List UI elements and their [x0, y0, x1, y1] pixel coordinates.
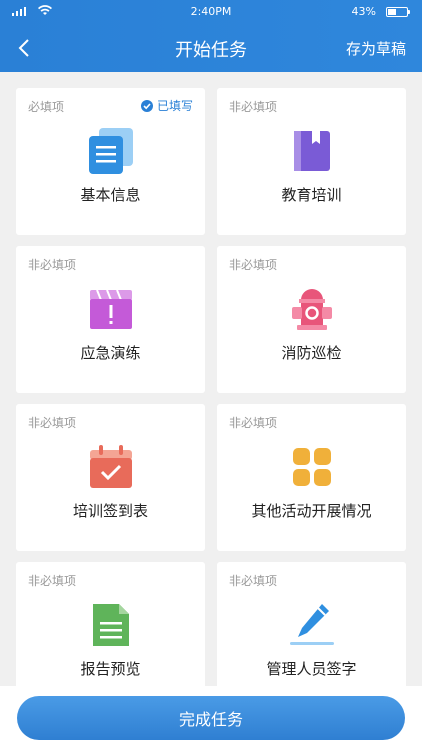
card-fire-inspection[interactable]: 非必填项 消防巡检: [217, 246, 406, 393]
document-stack-icon: [88, 128, 133, 174]
footer-bar: 完成任务: [0, 686, 422, 750]
calendar-check-icon: [89, 445, 132, 488]
app-header: 2:40PM 43% 开始任务 存为草稿: [0, 0, 422, 72]
save-draft-button[interactable]: 存为草稿: [346, 38, 406, 59]
clapperboard-alert-icon: [89, 289, 132, 329]
required-label: 必填项: [28, 100, 65, 114]
card-training-signin[interactable]: 非必填项 培训签到表: [16, 404, 205, 551]
card-education[interactable]: 非必填项 教育培训: [217, 88, 406, 235]
required-label: 非必填项: [28, 258, 77, 272]
battery-percent: 43%: [351, 5, 376, 18]
status-bar: 2:40PM 43%: [0, 0, 422, 24]
battery-icon: [386, 7, 410, 17]
card-label: 其他活动开展情况: [251, 502, 372, 520]
filled-status: 已填写: [140, 97, 193, 114]
book-icon: [293, 131, 330, 171]
required-label: 非必填项: [229, 574, 278, 588]
required-label: 非必填项: [28, 416, 77, 430]
filled-text: 已填写: [156, 99, 193, 113]
card-label: 管理人员签字: [266, 660, 357, 678]
grid-tiles-icon: [292, 448, 331, 486]
card-label: 教育培训: [281, 186, 342, 204]
required-label: 非必填项: [229, 100, 278, 114]
card-label: 报告预览: [80, 660, 141, 678]
nav-bar: 开始任务 存为草稿: [0, 24, 422, 72]
check-circle-icon: [140, 99, 153, 112]
required-label: 非必填项: [28, 574, 77, 588]
required-label: 非必填项: [229, 416, 278, 430]
fire-hydrant-icon: [291, 289, 332, 330]
report-document-icon: [92, 604, 129, 646]
card-label: 消防巡检: [281, 344, 342, 362]
required-label: 非必填项: [229, 258, 278, 272]
pen-signature-icon: [289, 604, 334, 645]
card-emergency-drill[interactable]: 非必填项 应急演练: [16, 246, 205, 393]
card-basic-info[interactable]: 必填项 已填写 基本信息: [16, 88, 205, 235]
card-label: 培训签到表: [72, 502, 148, 520]
complete-task-button[interactable]: 完成任务: [17, 696, 405, 740]
card-other-activities[interactable]: 非必填项 其他活动开展情况: [217, 404, 406, 551]
card-label: 基本信息: [80, 186, 141, 204]
card-label: 应急演练: [80, 344, 141, 362]
